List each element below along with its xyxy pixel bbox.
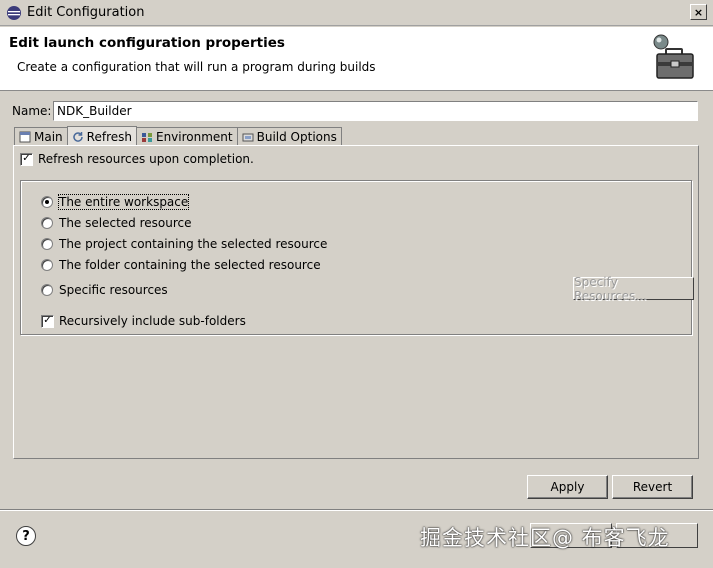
help-icon[interactable]: ?: [16, 526, 36, 546]
radio-label: The project containing the selected reso…: [59, 237, 328, 251]
banner-title: Edit launch configuration properties: [9, 35, 285, 51]
footer-divider: [0, 509, 713, 511]
header-banner: Edit launch configuration properties Cre…: [0, 27, 713, 91]
radio-selected-resource[interactable]: The selected resource: [41, 216, 192, 230]
radio-entire-workspace[interactable]: The entire workspace: [41, 194, 190, 210]
tab-environment-label: Environment: [155, 130, 233, 144]
radio-button[interactable]: [41, 259, 53, 271]
radio-specific-resources[interactable]: Specific resources: [41, 283, 168, 297]
name-row: Name:: [12, 101, 54, 121]
tab-main-label: Main: [34, 130, 63, 144]
environment-tab-icon: [141, 131, 153, 143]
eclipse-window-icon: [6, 5, 22, 21]
tab-build-options-label: Build Options: [256, 130, 337, 144]
specify-resources-button[interactable]: Specify Resources...: [573, 275, 694, 303]
radio-label: Specific resources: [59, 283, 168, 297]
radio-button[interactable]: [41, 217, 53, 229]
refresh-on-completion-row[interactable]: ✓ Refresh resources upon completion.: [20, 152, 254, 166]
build-options-tab-icon: [242, 131, 254, 143]
tab-strip: Main Refresh Environment Build Options: [14, 126, 342, 146]
banner-subtitle: Create a configuration that will run a p…: [17, 60, 376, 74]
radio-label: The entire workspace: [57, 194, 190, 210]
recursive-checkbox[interactable]: ✓: [41, 314, 54, 328]
revert-button[interactable]: Revert: [612, 475, 693, 499]
radio-button[interactable]: [41, 284, 53, 296]
close-icon: ×: [693, 5, 704, 19]
tab-main[interactable]: Main: [14, 127, 68, 146]
recursive-row[interactable]: ✓ Recursively include sub-folders: [41, 314, 246, 328]
refresh-tab-panel: ✓ Refresh resources upon completion. The…: [13, 145, 699, 459]
tab-refresh[interactable]: Refresh: [66, 126, 137, 146]
refresh-on-completion-label: Refresh resources upon completion.: [38, 152, 254, 166]
radio-folder-containing[interactable]: The folder containing the selected resou…: [41, 258, 321, 272]
radio-label: The folder containing the selected resou…: [59, 258, 321, 272]
close-button[interactable]: ×: [690, 4, 707, 20]
radio-label: The selected resource: [59, 216, 192, 230]
tab-environment[interactable]: Environment: [135, 127, 238, 146]
tab-refresh-label: Refresh: [86, 129, 132, 144]
name-label: Name:: [12, 104, 52, 118]
main-tab-icon: [19, 131, 31, 143]
refresh-scope-group: The entire workspace The selected resour…: [20, 180, 694, 335]
radio-project-containing[interactable]: The project containing the selected reso…: [41, 237, 327, 251]
tab-build-options[interactable]: Build Options: [236, 127, 342, 146]
apply-button[interactable]: Apply: [527, 475, 608, 499]
window-title: Edit Configuration: [27, 5, 145, 20]
refresh-tab-icon: [72, 131, 84, 143]
name-field[interactable]: [53, 101, 698, 121]
radio-button[interactable]: [41, 238, 53, 250]
title-bar: Edit Configuration ×: [0, 0, 713, 26]
recursive-label: Recursively include sub-folders: [59, 314, 246, 328]
radio-button[interactable]: [41, 196, 53, 208]
watermark-text: 掘金技术社区@ 布客飞龙: [420, 526, 670, 550]
refresh-on-completion-checkbox[interactable]: ✓: [20, 152, 33, 166]
toolbox-icon: [651, 33, 699, 81]
